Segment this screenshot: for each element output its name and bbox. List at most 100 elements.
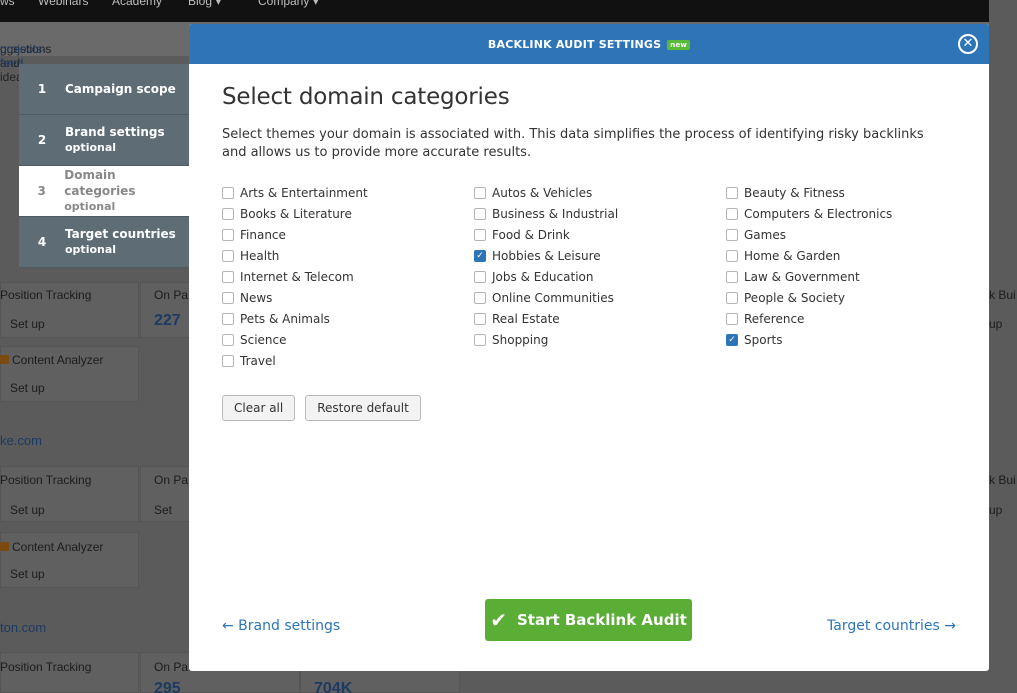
checkbox[interactable] [222, 249, 234, 262]
category-item[interactable]: Finance [222, 224, 286, 245]
new-badge: new [667, 39, 691, 50]
category-label: Finance [240, 227, 286, 242]
bg-card-title: Position Tracking [0, 660, 92, 674]
checkbox[interactable] [474, 228, 486, 241]
bg-card-title: k Bui [989, 288, 1016, 302]
checkbox[interactable] [222, 333, 234, 346]
checkbox-checked[interactable]: ✓ [726, 333, 738, 346]
step-campaign-scope[interactable]: 1 Campaign scope [19, 64, 189, 115]
modal-header: BACKLINK AUDIT SETTINGS new ✕ [189, 24, 989, 64]
category-item[interactable]: Online Communities [474, 287, 614, 308]
category-item[interactable]: Travel [222, 350, 276, 371]
background-nav: ws Webinars Academy Blog ▾ Company ▾ [0, 0, 1017, 22]
category-item[interactable]: Shopping [474, 329, 548, 350]
checkbox[interactable] [474, 207, 486, 220]
step-number: 4 [37, 235, 47, 249]
step-brand-settings[interactable]: 2 Brand settings optional [19, 115, 189, 166]
checkbox[interactable] [222, 186, 234, 199]
checkbox[interactable] [222, 228, 234, 241]
checkbox[interactable] [474, 270, 486, 283]
category-item[interactable]: Business & Industrial [474, 203, 618, 224]
description: Select themes your domain is associated … [222, 127, 924, 160]
category-item[interactable]: Home & Garden [726, 245, 840, 266]
start-backlink-audit-button[interactable]: ✔ Start Backlink Audit [485, 599, 692, 641]
category-item[interactable]: Science [222, 329, 287, 350]
bg-card-count: 227 [154, 312, 181, 329]
restore-default-button[interactable]: Restore default [305, 395, 421, 421]
bg-card-setup: Set [154, 503, 173, 517]
category-label: Pets & Animals [240, 311, 330, 326]
category-item[interactable]: Law & Government [726, 266, 860, 287]
checkbox[interactable] [726, 249, 738, 262]
category-label: Internet & Telecom [240, 269, 354, 284]
checkbox[interactable] [222, 270, 234, 283]
category-item[interactable]: Health [222, 245, 279, 266]
checkbox[interactable] [474, 291, 486, 304]
step-optional: optional [64, 200, 116, 213]
checkbox[interactable] [474, 333, 486, 346]
nav-item: Webinars [38, 0, 89, 8]
category-item[interactable]: Arts & Entertainment [222, 182, 368, 203]
checkbox[interactable] [222, 207, 234, 220]
category-item[interactable]: Beauty & Fitness [726, 182, 845, 203]
checkbox[interactable] [474, 312, 486, 325]
checkbox[interactable] [726, 291, 738, 304]
category-item[interactable]: People & Society [726, 287, 845, 308]
step-number: 1 [37, 82, 47, 96]
next-step-link[interactable]: Target countries → [827, 618, 956, 634]
category-label: Business & Industrial [492, 206, 619, 221]
checkbox[interactable] [726, 186, 738, 199]
bg-card-title: Content Analyzer [12, 540, 104, 554]
category-label: Games [744, 227, 786, 242]
category-item[interactable]: Pets & Animals [222, 308, 330, 329]
step-target-countries[interactable]: 4 Target countries optional [19, 217, 189, 268]
category-item[interactable]: Autos & Vehicles [474, 182, 592, 203]
bg-card-setup: Set up [10, 503, 45, 517]
category-label: Autos & Vehicles [492, 185, 593, 200]
category-label: Sports [744, 332, 783, 347]
nav-item: ws [0, 0, 15, 8]
step-optional: optional [65, 141, 117, 154]
category-item[interactable]: Reference [726, 308, 804, 329]
bg-card-title: Position Tracking [0, 288, 92, 302]
checkbox[interactable] [222, 291, 234, 304]
checkbox[interactable] [726, 207, 738, 220]
step-label: Target countries [65, 227, 176, 241]
bg-card-title: On Pa [154, 660, 189, 674]
category-label: Books & Literature [240, 206, 352, 221]
category-item[interactable]: Books & Literature [222, 203, 352, 224]
category-label: Shopping [492, 332, 549, 347]
bg-card-count: 704K [314, 680, 353, 693]
checkbox[interactable] [222, 312, 234, 325]
step-label: Brand settings [65, 125, 165, 139]
category-label: Real Estate [492, 311, 560, 326]
category-item[interactable]: Internet & Telecom [222, 266, 354, 287]
checkbox[interactable] [726, 312, 738, 325]
clear-all-button[interactable]: Clear all [222, 395, 296, 421]
checkbox[interactable] [222, 354, 234, 367]
checkbox[interactable] [726, 270, 738, 283]
category-item[interactable]: Jobs & Education [474, 266, 593, 287]
bg-card-title: Content Analyzer [12, 353, 104, 367]
category-item[interactable]: Computers & Electronics [726, 203, 892, 224]
category-label: Beauty & Fitness [744, 185, 845, 200]
content-analyzer-icon [0, 542, 9, 551]
category-item[interactable]: News [222, 287, 272, 308]
close-icon[interactable]: ✕ [958, 34, 978, 54]
category-item[interactable]: ✓ Sports [726, 329, 782, 350]
checkbox[interactable] [726, 228, 738, 241]
step-domain-categories[interactable]: 3 Domain categories optional [19, 166, 189, 217]
checkbox[interactable] [474, 186, 486, 199]
nav-item: Blog ▾ [188, 0, 222, 8]
category-item[interactable]: ✓ Hobbies & Leisure [474, 245, 601, 266]
prev-step-link[interactable]: ← Brand settings [222, 618, 340, 634]
category-item[interactable]: Games [726, 224, 786, 245]
step-label: Domain categories [64, 168, 136, 198]
category-item[interactable]: Real Estate [474, 308, 560, 329]
bg-card-count: 295 [154, 680, 181, 693]
bg-domain-link: ton.com [0, 620, 47, 635]
category-label: Home & Garden [744, 248, 841, 263]
category-item[interactable]: Food & Drink [474, 224, 570, 245]
checkbox-checked[interactable]: ✓ [474, 249, 486, 262]
wizard-steps: 1 Campaign scope 2 Brand settings optiona… [19, 64, 189, 268]
